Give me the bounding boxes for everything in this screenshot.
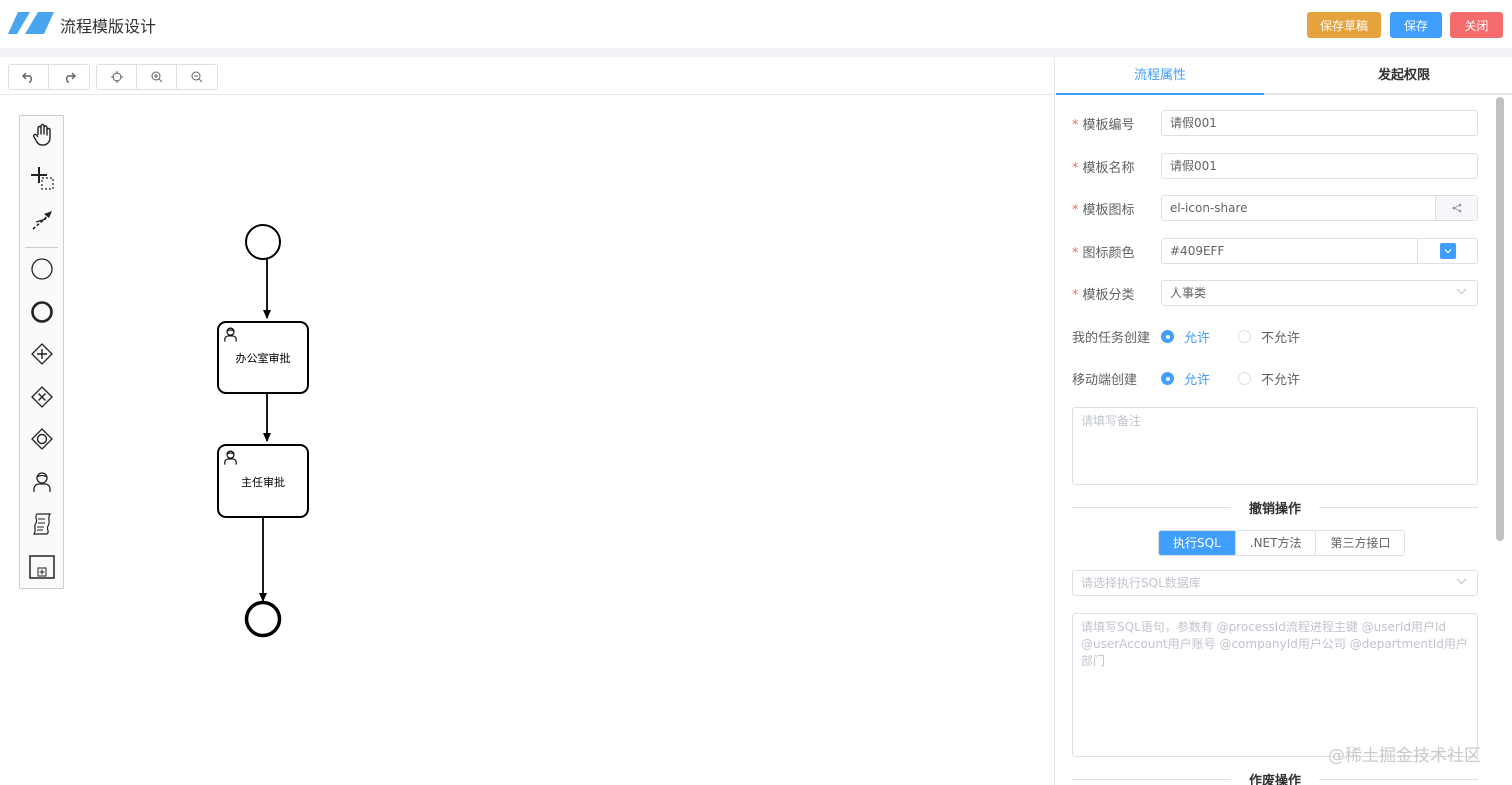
- active-tab-indicator: [1056, 93, 1264, 95]
- radio-disallow[interactable]: 不允许: [1238, 369, 1300, 388]
- element-palette: [19, 115, 64, 589]
- template-icon-value: el-icon-share: [1170, 201, 1248, 215]
- mobile-create-radio-group: 允许 不允许: [1161, 369, 1328, 388]
- tab-dotnet-method[interactable]: .NET方法: [1235, 531, 1317, 555]
- panel-tabs: 流程属性 发起权限: [1056, 57, 1512, 95]
- subprocess-icon[interactable]: [26, 551, 58, 583]
- radio-allow[interactable]: 允许: [1161, 369, 1210, 388]
- field-label: 移动端创建: [1072, 373, 1138, 388]
- radio-allow[interactable]: 允许: [1161, 327, 1210, 346]
- parallel-gateway-icon[interactable]: [26, 338, 58, 370]
- radio-dot: [1161, 372, 1174, 385]
- watermark: @稀土掘金技术社区: [1328, 746, 1481, 766]
- properties-panel: 流程属性 发起权限 * 模板编号 请假001 * 模板名称 请假001 * 模板图标 …: [1056, 57, 1512, 785]
- zoom-group: [96, 64, 218, 90]
- icon-color-input[interactable]: #409EFF: [1161, 238, 1478, 264]
- start-event-icon[interactable]: [26, 253, 58, 285]
- tab-execute-sql[interactable]: 执行SQL: [1159, 531, 1236, 555]
- tab-start-permissions[interactable]: 发起权限: [1282, 57, 1512, 95]
- inclusive-gateway-icon[interactable]: [26, 423, 58, 455]
- chevron-down-icon: [1439, 243, 1456, 259]
- field-label: 我的任务创建: [1072, 331, 1151, 346]
- radio-dot: [1238, 372, 1252, 385]
- cancel-action-tabs: 执行SQL .NET方法 第三方接口: [1158, 530, 1406, 556]
- app-logo: [8, 12, 54, 34]
- remark-textarea[interactable]: 请填写备注: [1072, 407, 1478, 485]
- template-category-value: 人事类: [1170, 286, 1207, 300]
- field-label: 模板图标: [1082, 203, 1135, 218]
- sql-textarea[interactable]: 请填写SQL语句，参数有 @processId流程进程主键 @userId用户I…: [1072, 613, 1478, 757]
- zoom-in-icon[interactable]: [137, 65, 177, 89]
- template-category-select[interactable]: 人事类: [1161, 280, 1478, 306]
- field-template-icon: * 模板图标 el-icon-share: [1072, 195, 1480, 221]
- user-task[interactable]: 主任审批: [217, 444, 309, 518]
- undo-icon[interactable]: [9, 65, 49, 89]
- hand-tool-icon[interactable]: [26, 119, 58, 151]
- radio-dot: [1238, 330, 1252, 343]
- template-code-input[interactable]: 请假001: [1161, 110, 1478, 136]
- color-picker[interactable]: [1417, 239, 1477, 263]
- start-event: [245, 224, 281, 260]
- required-mark: *: [1072, 161, 1079, 176]
- redo-icon[interactable]: [49, 65, 89, 89]
- field-template-name: * 模板名称 请假001: [1072, 153, 1480, 179]
- cancel-section-divider: 撤销操作: [1072, 498, 1478, 517]
- my-task-create-radio-group: 允许 不允许: [1161, 327, 1328, 346]
- page-title: 流程模版设计: [60, 17, 157, 36]
- field-template-category: * 模板分类 人事类: [1072, 280, 1480, 306]
- template-name-input[interactable]: 请假001: [1161, 153, 1478, 179]
- save-draft-button[interactable]: 保存草稿: [1307, 12, 1381, 38]
- app-header: 流程模版设计 保存草稿 保存 关闭: [0, 0, 1512, 48]
- history-group: [8, 64, 90, 90]
- section-title: 作废操作: [1230, 770, 1320, 785]
- user-task-icon: [224, 450, 237, 465]
- script-task-icon[interactable]: [26, 508, 58, 540]
- template-icon-input[interactable]: el-icon-share: [1161, 195, 1478, 221]
- lasso-tool-icon[interactable]: [26, 162, 58, 194]
- field-label: 模板分类: [1082, 288, 1135, 303]
- icon-color-value: #409EFF: [1170, 244, 1225, 258]
- palette-separator: [25, 247, 58, 248]
- zoom-out-icon[interactable]: [177, 65, 217, 89]
- field-mobile-create: 移动端创建 允许 不允许: [1072, 365, 1480, 391]
- chevron-down-icon: [1456, 571, 1467, 595]
- required-mark: *: [1072, 118, 1079, 133]
- save-button[interactable]: 保存: [1390, 12, 1442, 38]
- field-label: 模板名称: [1082, 161, 1135, 176]
- header-divider: [0, 48, 1512, 57]
- tab-process-properties[interactable]: 流程属性: [1056, 57, 1264, 95]
- diagram-canvas[interactable]: 办公室审批 主任审批: [0, 57, 1055, 785]
- required-mark: *: [1072, 288, 1079, 303]
- bpmn-diagram: [244, 224, 282, 638]
- radio-disallow[interactable]: 不允许: [1238, 327, 1300, 346]
- field-my-task-create: 我的任务创建 允许 不允许: [1072, 323, 1480, 349]
- user-task-icon: [224, 327, 237, 342]
- end-event: [244, 600, 282, 638]
- user-task[interactable]: 办公室审批: [217, 321, 309, 394]
- panel-scrollbar[interactable]: [1496, 97, 1504, 541]
- radio-dot: [1161, 330, 1174, 343]
- fit-view-icon[interactable]: [97, 65, 137, 89]
- user-task-icon[interactable]: [26, 466, 58, 498]
- tab-third-party-api[interactable]: 第三方接口: [1316, 531, 1405, 555]
- required-mark: *: [1072, 203, 1079, 218]
- close-button[interactable]: 关闭: [1450, 12, 1503, 38]
- void-section-divider: 作废操作: [1072, 770, 1478, 785]
- field-icon-color: * 图标颜色 #409EFF: [1072, 238, 1480, 264]
- task-label: 主任审批: [241, 476, 285, 489]
- sql-database-select[interactable]: 请选择执行SQL数据库: [1072, 570, 1478, 596]
- chevron-down-icon: [1456, 281, 1467, 305]
- field-template-code: * 模板编号 请假001: [1072, 110, 1480, 136]
- section-title: 撤销操作: [1230, 498, 1320, 517]
- field-label: 图标颜色: [1082, 246, 1135, 261]
- exclusive-gateway-icon[interactable]: [26, 381, 58, 413]
- connect-tool-icon[interactable]: [26, 204, 58, 236]
- field-label: 模板编号: [1082, 118, 1135, 133]
- canvas-toolbar: [0, 57, 1055, 95]
- end-event-icon[interactable]: [26, 296, 58, 328]
- task-label: 办公室审批: [235, 352, 291, 365]
- required-mark: *: [1072, 246, 1079, 261]
- share-icon[interactable]: [1435, 196, 1477, 220]
- sql-database-placeholder: 请选择执行SQL数据库: [1081, 576, 1201, 590]
